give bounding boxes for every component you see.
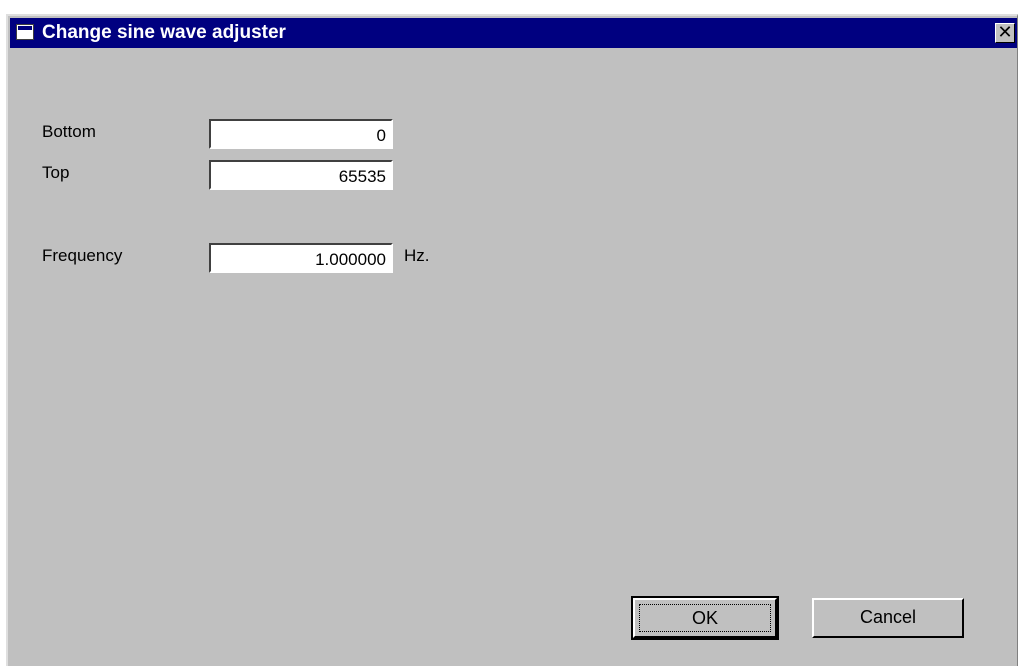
bottom-label: Bottom: [42, 122, 96, 141]
window-title: Change sine wave adjuster: [42, 22, 286, 43]
frequency-unit: Hz.: [404, 246, 430, 265]
window-icon: [16, 24, 34, 40]
close-button[interactable]: ✕: [995, 23, 1015, 43]
title-bar[interactable]: Change sine wave adjuster ✕: [10, 18, 1017, 48]
ok-button-label: OK: [639, 604, 771, 632]
dialog-window: Change sine wave adjuster ✕ Bottom Top F…: [6, 14, 1018, 666]
ok-button[interactable]: OK: [631, 596, 779, 640]
top-input[interactable]: [209, 160, 393, 190]
top-label: Top: [42, 163, 70, 182]
bottom-input[interactable]: [209, 119, 393, 149]
close-icon: ✕: [997, 22, 1013, 43]
frequency-label: Frequency: [42, 246, 123, 265]
cancel-button[interactable]: Cancel: [812, 598, 964, 638]
frequency-input[interactable]: [209, 243, 393, 273]
